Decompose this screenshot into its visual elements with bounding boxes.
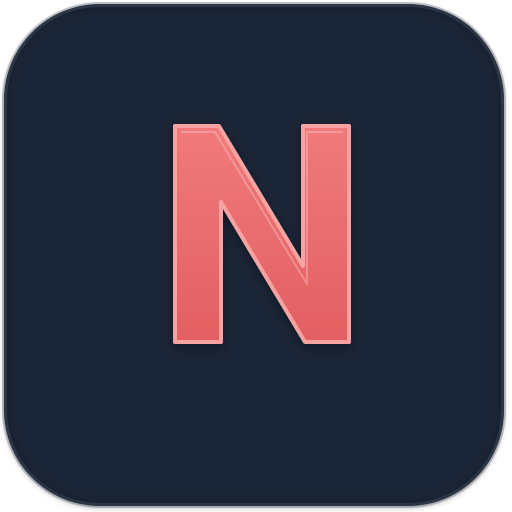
n-letter-icon: N — [173, 124, 351, 344]
app-icon[interactable]: N — [4, 4, 504, 506]
app-icon-canvas: N — [0, 0, 512, 512]
